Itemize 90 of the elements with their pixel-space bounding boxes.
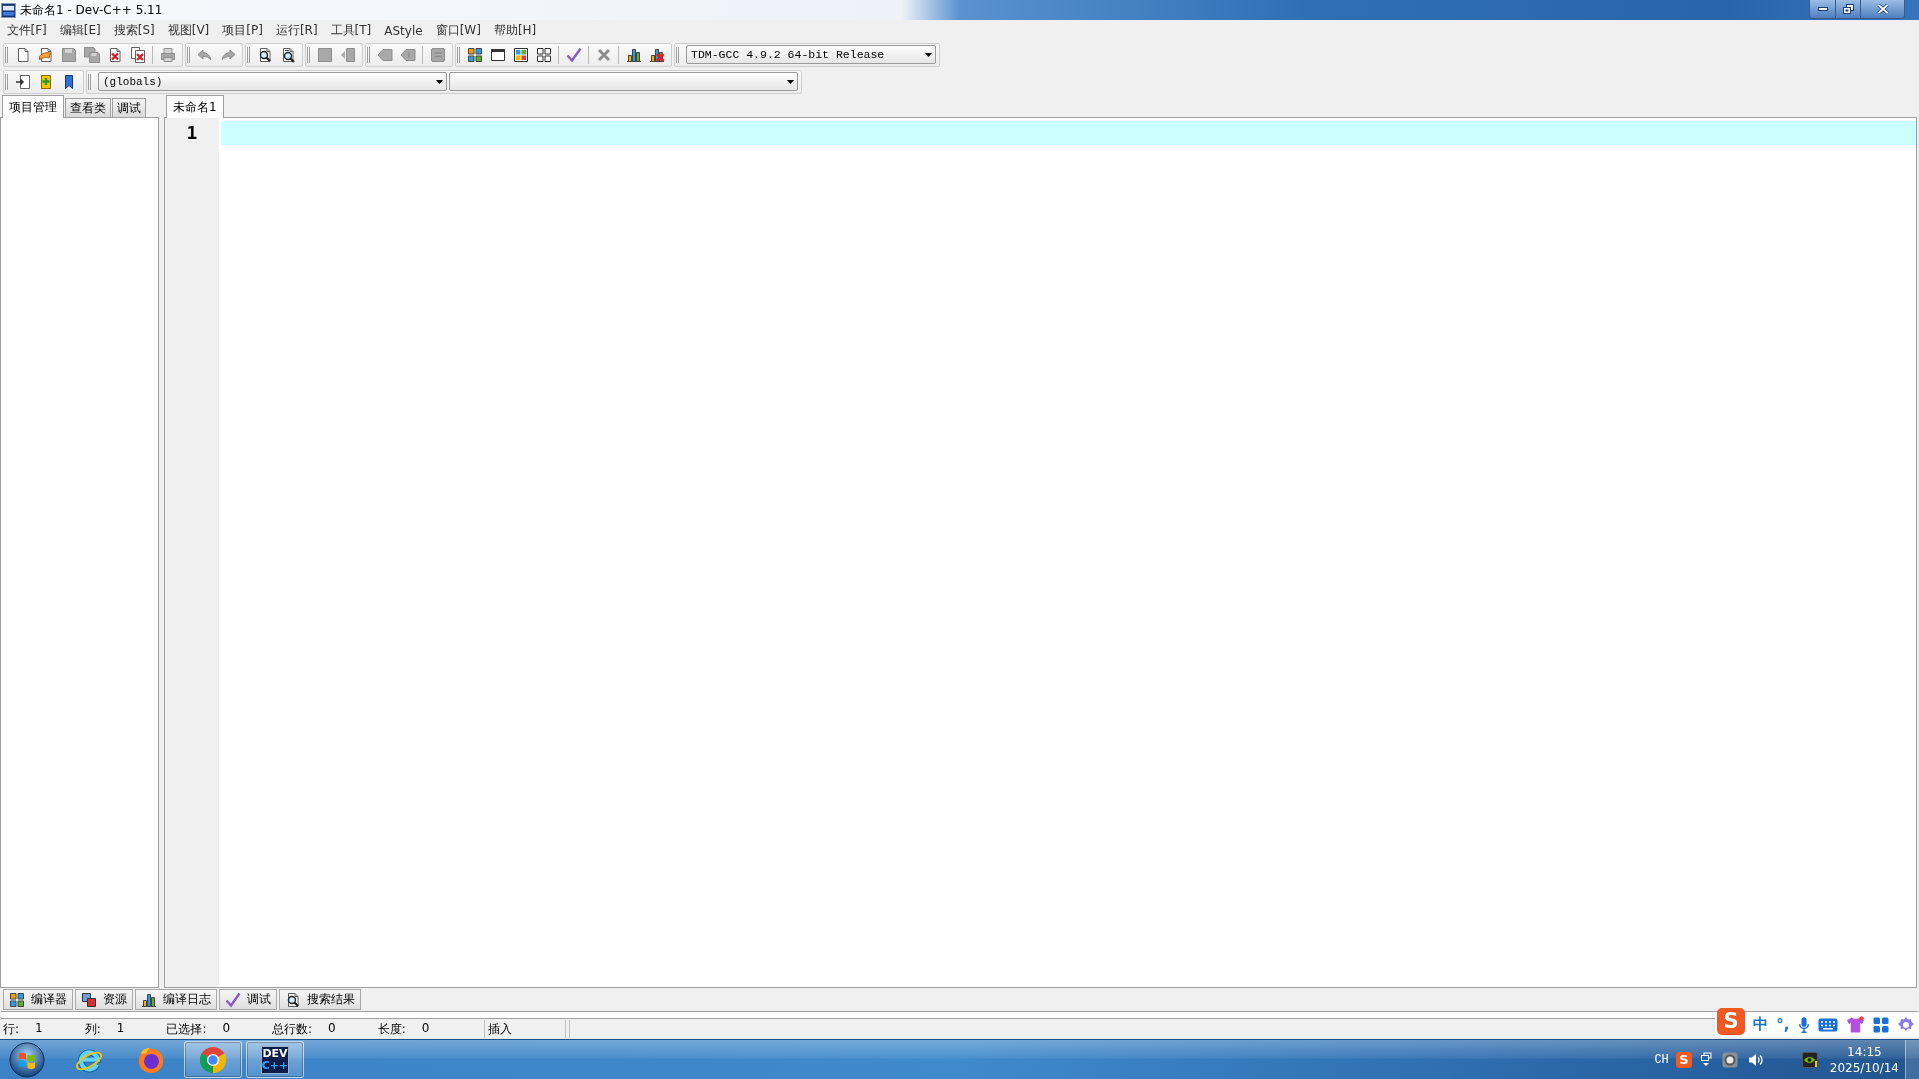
taskbar-button[interactable] [184,1041,242,1078]
status-label: 总行数: [272,1020,313,1038]
checkmark-icon [225,991,241,1008]
shirt-icon[interactable] [1845,1016,1865,1033]
panel-tab[interactable]: 项目管理 [2,95,64,118]
menu-item[interactable]: 编辑[E] [53,22,108,39]
menu-item[interactable]: 搜索[S] [107,22,162,39]
windows-arrow-icon[interactable] [1699,1051,1712,1068]
status-value: 0 [328,1020,336,1037]
grip-handle[interactable] [187,46,190,63]
status-label: 行: [3,1020,20,1038]
eye-tile-icon[interactable] [1801,1051,1818,1068]
bar-chart-icon[interactable] [625,46,642,63]
insert-mode-indicator: 插入 [488,1020,512,1038]
start-orb-icon[interactable] [9,1041,45,1078]
close-icon [1876,4,1889,14]
page-magnifier-icon [285,991,301,1008]
app-logo[interactable]: DEV C++ [261,1045,289,1074]
checkmark-icon[interactable] [565,46,582,63]
ring-icon[interactable] [1721,1051,1738,1068]
status-value: 0 [222,1020,231,1037]
punctuation-toggle[interactable]: °, [1776,1015,1790,1034]
status-value: 1 [35,1020,43,1037]
keyboard-icon[interactable] [1817,1017,1838,1032]
restore-button[interactable] [1836,0,1861,18]
menu-item[interactable]: AStyle [377,23,430,38]
scope-dropdown[interactable]: (globals) [98,72,447,91]
restore-icon [1842,4,1854,14]
panel-tab[interactable]: 调试 [112,98,146,117]
menu-item[interactable]: 窗口[W] [429,22,488,39]
page-folder-icon[interactable] [37,46,54,63]
four-squares-icon [9,991,25,1008]
status-label: 长度: [377,1020,406,1038]
caret-icon [787,79,794,84]
menu-item[interactable]: 项目[P] [215,22,270,39]
grip-handle[interactable] [307,46,310,63]
code-editor[interactable]: 1 [164,117,1917,988]
window-icon[interactable] [489,46,506,63]
grid-icon[interactable] [535,46,552,63]
grip-handle[interactable] [676,46,679,63]
grip-handle[interactable] [457,46,460,63]
caret-icon [436,79,443,84]
speaker-icon[interactable] [1747,1051,1764,1068]
menu-item[interactable]: 运行[R] [269,22,325,39]
grip-handle[interactable] [5,46,8,63]
window-squares-icon[interactable] [512,46,529,63]
minimize-icon [1817,7,1828,11]
menu-item[interactable]: 帮助[H] [487,22,543,39]
pages-cross-icon[interactable] [129,46,146,63]
panel-tab[interactable]: 编译器 [3,989,73,1010]
minimize-button[interactable] [1810,0,1836,18]
status-label: 列: [84,1020,101,1038]
close-button[interactable] [1861,0,1904,18]
grip-handle[interactable] [88,73,91,90]
menu-item[interactable]: 工具[T] [324,22,378,39]
language-indicator[interactable]: CH [1654,1052,1669,1067]
line-number: 1 [185,121,199,145]
editor-tab[interactable]: 未命名1 [166,95,224,118]
menu-item[interactable]: 视图[V] [161,22,216,39]
panel-tab[interactable]: 搜索结果 [279,989,361,1010]
caret-icon [925,52,932,57]
app-icon [1,2,16,18]
menu-item[interactable]: 文件[F] [0,22,54,39]
clock-time[interactable]: 14:15 [1847,1043,1882,1060]
show-desktop-button[interactable] [1905,1040,1919,1079]
panel-tab[interactable]: 资源 [75,989,133,1010]
status-label: 已选择: [166,1020,207,1038]
stacked-squares-icon [81,991,97,1008]
window-title: 未命名1 - Dev-C++ 5.11 [20,1,163,19]
grip-handle[interactable] [367,46,370,63]
grip-handle[interactable] [5,73,8,90]
panel-tab[interactable]: 调试 [219,989,277,1010]
bar-chart-cross-icon[interactable] [648,46,665,63]
taskbar-button[interactable]: DEV C++ [246,1041,304,1078]
input-mode-toggle[interactable]: 中 [1753,1015,1769,1034]
logo-text: C++ [261,1059,289,1072]
status-value: 1 [116,1020,125,1037]
logo-text: DEV [262,1047,288,1060]
panel-tab[interactable]: 编译日志 [135,989,217,1010]
grip-handle[interactable] [247,46,250,63]
four-squares-icon[interactable] [466,46,483,63]
microphone-icon[interactable] [1797,1015,1810,1034]
compiler-dropdown[interactable]: TDM-GCC 4.9.2 64-bit Release [686,45,936,64]
status-value: 0 [421,1020,430,1037]
member-dropdown[interactable] [449,72,798,91]
clock-date[interactable]: 2025/10/14 [1829,1059,1899,1076]
bar-chart-icon [141,991,157,1008]
panel-tab[interactable]: 查看类 [65,98,111,117]
segmented-circle-icon[interactable] [198,1044,228,1075]
page-arrow-icon[interactable] [14,73,31,90]
